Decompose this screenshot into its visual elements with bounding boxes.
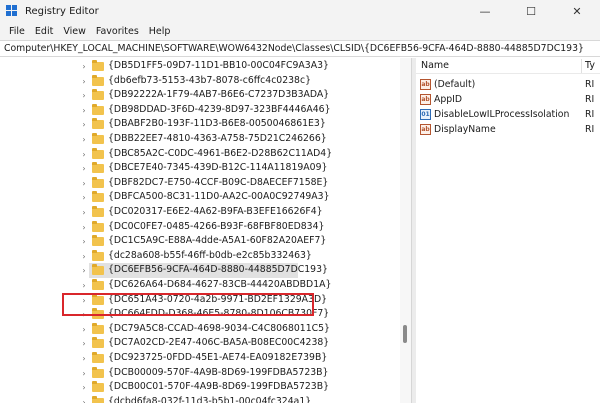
value-type: RI (585, 79, 595, 90)
menu-edit[interactable]: Edit (30, 26, 58, 37)
tree-item-label: {DB92222A-1F79-4AB7-B6E6-C7237D3B3ADA} (108, 89, 330, 101)
folder-icon (92, 103, 104, 115)
tree-item-label: {dc28a608-b55f-46ff-b0db-e2c85b332463} (108, 249, 312, 261)
tree-item-label: {DBC85A2C-C0DC-4961-B6E2-D28B62C11AD4} (108, 147, 333, 159)
folder-icon (92, 337, 104, 349)
binary-value-icon: 01 (420, 109, 431, 120)
tree-item-label: {DCB00009-570F-4A9B-8D69-199FDBA5723B} (108, 366, 329, 378)
menu-favorites[interactable]: Favorites (91, 26, 144, 37)
folder-icon (92, 118, 104, 130)
folder-icon (92, 352, 104, 363)
value-row[interactable]: ab AppID RI (416, 92, 600, 107)
key-tree: › {DB5D1FF5-09D7-11D1-BB10-00C04FC9A3A3} ›… (0, 58, 411, 403)
tree-item[interactable]: › {dcbd6fa8-032f-11d3-b5b1-00c04fc324a1} (0, 394, 398, 403)
registry-app-icon (6, 5, 18, 17)
folder-icon (92, 206, 104, 217)
folder-icon (92, 395, 104, 403)
tree-item-label: {db6efb73-5153-43b7-8078-c6ffc4c0238c} (108, 74, 311, 86)
column-divider[interactable] (581, 59, 582, 73)
tree-item-label: {DBB22EE7-4810-4363-A758-75D21C246266} (108, 133, 327, 144)
folder-icon (92, 235, 104, 247)
tree-item-label: {dcbd6fa8-032f-11d3-b5b1-00c04fc324a1} (108, 395, 312, 403)
tree-scrollbar-thumb[interactable] (403, 325, 407, 343)
tree-item-label: {DBABF2B0-193F-11D3-B6E8-0050046861E3} (108, 118, 326, 130)
string-value-icon: ab (420, 124, 431, 135)
folder-icon (92, 381, 104, 393)
tree-item-label: {DC7A02CD-2E47-406C-BA5A-B08EC00C4238} (108, 337, 330, 349)
value-type: RI (585, 109, 595, 120)
folder-icon (92, 60, 104, 71)
menu-bar: File Edit View Favorites Help (0, 22, 600, 40)
folder-icon (92, 74, 104, 86)
folder-icon (92, 176, 104, 188)
folder-icon (92, 220, 104, 232)
tree-item-label: {DC79A5C8-CCAD-4698-9034-C4C8068011C5} (108, 322, 330, 334)
value-name: (Default) (434, 79, 476, 90)
string-value-icon: ab (420, 94, 431, 105)
tree-item-label: {DC020317-E6E2-4A62-B9FA-B3EFE16626F4} (108, 206, 323, 217)
folder-icon (92, 133, 104, 144)
value-name: DisplayName (434, 124, 496, 135)
tree-item-label: {DBF82DC7-E750-4CCF-B09C-D8AECEF7158E} (108, 176, 329, 188)
tree-scrollbar[interactable] (400, 58, 411, 403)
folder-icon (92, 191, 104, 203)
window-title: Registry Editor (25, 5, 99, 17)
tree-item-label: {DC6EFB56-9CFA-464D-8880-44885D7DC193} (108, 264, 328, 276)
value-row[interactable]: ab DisplayName RI (416, 122, 600, 137)
menu-view[interactable]: View (58, 26, 91, 37)
column-header-type[interactable]: Ty (585, 60, 595, 71)
tree-item-label: {DBFCA500-8C31-11D0-AA2C-00A0C92749A3} (108, 191, 330, 203)
window-controls: — ☐ ✕ (462, 0, 600, 22)
folder-icon (92, 89, 104, 101)
menu-file[interactable]: File (4, 26, 30, 37)
minimize-button[interactable]: — (462, 0, 508, 22)
close-button[interactable]: ✕ (554, 0, 600, 22)
string-value-icon: ab (420, 79, 431, 90)
column-header-name[interactable]: Name (421, 60, 449, 71)
maximize-button[interactable]: ☐ (508, 0, 554, 22)
values-header: Name Ty (416, 58, 600, 74)
tree-item-label: {DC626A64-D684-4627-83CB-44420ABDBD1A} (108, 279, 332, 290)
folder-icon (92, 366, 104, 378)
tree-item-label: {DBCE7E40-7345-439D-B12C-114A11819A09} (108, 162, 328, 174)
menu-help[interactable]: Help (144, 26, 176, 37)
value-row[interactable]: 01 DisableLowILProcessIsolation RI (416, 107, 600, 122)
value-row[interactable]: ab (Default) RI (416, 77, 600, 92)
folder-icon (92, 162, 104, 174)
folder-icon (92, 322, 104, 334)
values-list: Name Ty ab (Default) RI ab AppID RI 01 DisableL… (416, 58, 600, 403)
tree-item-label: {DB5D1FF5-09D7-11D1-BB10-00C04FC9A3A3} (108, 60, 329, 71)
folder-icon (92, 249, 104, 261)
tree-item-label: {DCB00C01-570F-4A9B-8D69-199FDBA5723B} (108, 381, 330, 393)
tree-item-label: {DC0C0FE7-0485-4266-B93F-68FBF80ED834} (108, 220, 325, 232)
tree-item-label: {DB98DDAD-3F6D-4239-8D97-323BF4446A46} (108, 103, 331, 115)
folder-icon (92, 147, 104, 159)
tree-item-label: {DC1C5A9C-E88A-4dde-A5A1-60F82A20AEF7} (108, 235, 327, 247)
expand-chevron-icon[interactable]: › (80, 394, 88, 403)
value-type: RI (585, 124, 595, 135)
folder-icon (92, 264, 104, 276)
value-name: AppID (434, 94, 463, 105)
address-bar[interactable]: Computer\HKEY_LOCAL_MACHINE\SOFTWARE\WOW… (0, 40, 600, 57)
folder-icon (92, 279, 104, 290)
tree-item-label: {DC923725-0FDD-45E1-AE74-EA09182E739B} (108, 352, 328, 363)
value-name: DisableLowILProcessIsolation (434, 109, 570, 120)
title-bar: Registry Editor — ☐ ✕ (0, 0, 600, 22)
highlight-annotation-box (62, 293, 314, 316)
value-type: RI (585, 94, 595, 105)
